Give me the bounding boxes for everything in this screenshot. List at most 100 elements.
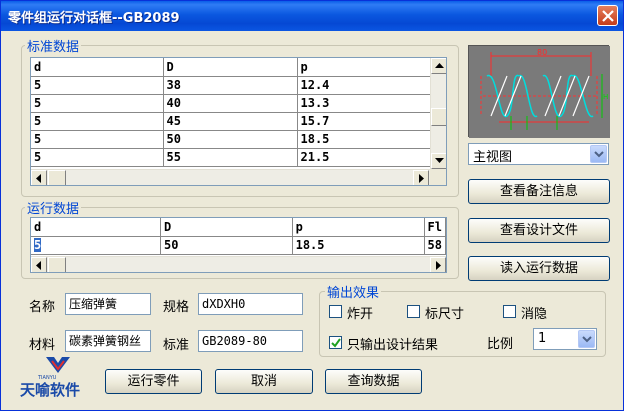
- table-cell[interactable]: 21.5: [297, 148, 432, 167]
- material-field[interactable]: 碳素弹簧钢丝: [65, 330, 151, 352]
- scroll-thumb[interactable]: [48, 170, 66, 185]
- table-cell[interactable]: 50: [163, 130, 298, 149]
- table-cell[interactable]: 38: [163, 76, 298, 95]
- name-field[interactable]: 压缩弹簧: [65, 293, 151, 315]
- scroll-right-button[interactable]: [430, 257, 446, 272]
- scroll-down-button[interactable]: [431, 153, 446, 169]
- vertical-scrollbar[interactable]: [430, 58, 446, 169]
- scale-select[interactable]: 1: [533, 328, 597, 350]
- table-cell[interactable]: 5: [31, 112, 164, 131]
- output-effect-label: 输出效果: [325, 282, 382, 301]
- design-only-checkbox[interactable]: 只输出设计结果: [329, 334, 469, 353]
- read-run-data-button[interactable]: 读入运行数据: [468, 256, 610, 281]
- table-cell[interactable]: 55: [163, 148, 298, 167]
- hide-label: 消隐: [521, 307, 548, 322]
- standard-field[interactable]: GB2089-80: [198, 330, 303, 352]
- spec-field[interactable]: dXDXH0: [198, 293, 303, 315]
- arrow-up-icon: [435, 63, 444, 68]
- column-header[interactable]: D: [160, 218, 293, 237]
- column-header[interactable]: p: [292, 218, 425, 237]
- chevron-down-icon: [594, 151, 604, 158]
- table-cell[interactable]: 45: [163, 112, 298, 131]
- dropdown-button[interactable]: [590, 145, 607, 163]
- table-cell[interactable]: 58: [424, 236, 446, 255]
- arrow-right-icon: [436, 261, 441, 270]
- scale-select-value: 1: [538, 331, 547, 346]
- checkbox-box[interactable]: [329, 305, 342, 318]
- close-icon: [602, 10, 614, 22]
- checkbox-box[interactable]: [407, 305, 420, 318]
- view-design-file-button[interactable]: 查看设计文件: [468, 218, 610, 243]
- table-row[interactable]: 5 38 12.4: [31, 76, 432, 95]
- standard-data-grid[interactable]: d D p 5 38 12.4 5 40 13.3 5 45 15.7 5 50: [30, 57, 447, 186]
- scroll-thumb[interactable]: [48, 257, 66, 272]
- table-cell[interactable]: 5: [31, 236, 161, 255]
- scroll-right-button[interactable]: [413, 170, 429, 185]
- arrow-left-icon: [36, 174, 41, 183]
- table-cell[interactable]: 15.7: [297, 112, 432, 131]
- scroll-up-button[interactable]: [431, 58, 446, 74]
- table-cell[interactable]: 40: [163, 94, 298, 113]
- dimension-label: 80: [537, 48, 547, 57]
- dropdown-button[interactable]: [578, 330, 595, 348]
- run-data-grid[interactable]: d D p Fl 5 50 18.5 58: [30, 217, 447, 273]
- view-notes-button[interactable]: 查看备注信息: [468, 179, 610, 204]
- table-cell[interactable]: 5: [31, 94, 164, 113]
- grid-header-row: d D p Fl: [31, 218, 446, 237]
- dimension-label: H: [603, 93, 608, 101]
- spring-drawing: 80 H: [469, 46, 610, 138]
- table-row[interactable]: 5 45 15.7: [31, 112, 432, 131]
- table-cell[interactable]: 13.3: [297, 94, 432, 113]
- table-cell[interactable]: 18.5: [297, 130, 432, 149]
- standard-label: 标准: [163, 338, 190, 353]
- scroll-left-button[interactable]: [31, 170, 47, 185]
- spec-label: 规格: [163, 300, 190, 315]
- close-button[interactable]: [597, 5, 618, 26]
- run-data-label: 运行数据: [25, 198, 82, 217]
- checkbox-box[interactable]: [503, 305, 516, 318]
- checkbox-box[interactable]: [329, 336, 342, 349]
- query-data-button[interactable]: 查询数据: [325, 369, 422, 394]
- table-cell[interactable]: 5: [31, 130, 164, 149]
- scroll-thumb[interactable]: [431, 108, 446, 126]
- cancel-button[interactable]: 取消: [215, 369, 313, 394]
- selected-cell-text: 5: [34, 238, 42, 252]
- arrow-down-icon: [435, 158, 444, 163]
- window-title: 零件组运行对话框--GB2089: [8, 11, 180, 26]
- checkmark-icon: [331, 338, 341, 348]
- company-logo: TIANYU 天喻软件: [18, 355, 90, 399]
- horizontal-scrollbar[interactable]: [31, 169, 430, 185]
- column-header[interactable]: Fl: [424, 218, 446, 237]
- grid-header-row: d D p: [31, 58, 432, 77]
- column-header[interactable]: p: [297, 58, 432, 77]
- column-header[interactable]: d: [31, 218, 161, 237]
- table-row[interactable]: 5 40 13.3: [31, 94, 432, 113]
- column-header[interactable]: d: [31, 58, 164, 77]
- view-select-value: 主视图: [473, 150, 513, 165]
- dimension-checkbox[interactable]: 标尺寸: [407, 303, 487, 322]
- table-row[interactable]: 5 50 18.5 58: [31, 236, 446, 255]
- column-header[interactable]: D: [163, 58, 298, 77]
- table-row[interactable]: 5 50 18.5: [31, 130, 432, 149]
- table-cell[interactable]: 12.4: [297, 76, 432, 95]
- explode-checkbox[interactable]: 炸开: [329, 303, 389, 322]
- arrow-left-icon: [36, 261, 41, 270]
- scale-label: 比例: [487, 337, 514, 352]
- dialog-window: 零件组运行对话框--GB2089 标准数据 d D p 5 38 12.4 5 …: [0, 0, 624, 411]
- chevron-down-icon: [582, 336, 592, 343]
- table-cell[interactable]: 18.5: [292, 236, 425, 255]
- table-row[interactable]: 5 55 21.5: [31, 148, 432, 167]
- logo-icon: TIANYU 天喻软件: [20, 357, 80, 399]
- table-cell[interactable]: 5: [31, 148, 164, 167]
- run-part-button[interactable]: 运行零件: [105, 369, 202, 394]
- arrow-right-icon: [419, 174, 424, 183]
- horizontal-scrollbar[interactable]: [31, 256, 446, 272]
- scroll-left-button[interactable]: [31, 257, 47, 272]
- hide-checkbox[interactable]: 消隐: [503, 303, 563, 322]
- dimension-label: 标尺寸: [425, 307, 465, 322]
- standard-data-label: 标准数据: [25, 36, 82, 55]
- table-cell[interactable]: 5: [31, 76, 164, 95]
- title-bar[interactable]: 零件组运行对话框--GB2089: [1, 1, 623, 31]
- table-cell[interactable]: 50: [160, 236, 293, 255]
- view-select[interactable]: 主视图: [468, 143, 609, 165]
